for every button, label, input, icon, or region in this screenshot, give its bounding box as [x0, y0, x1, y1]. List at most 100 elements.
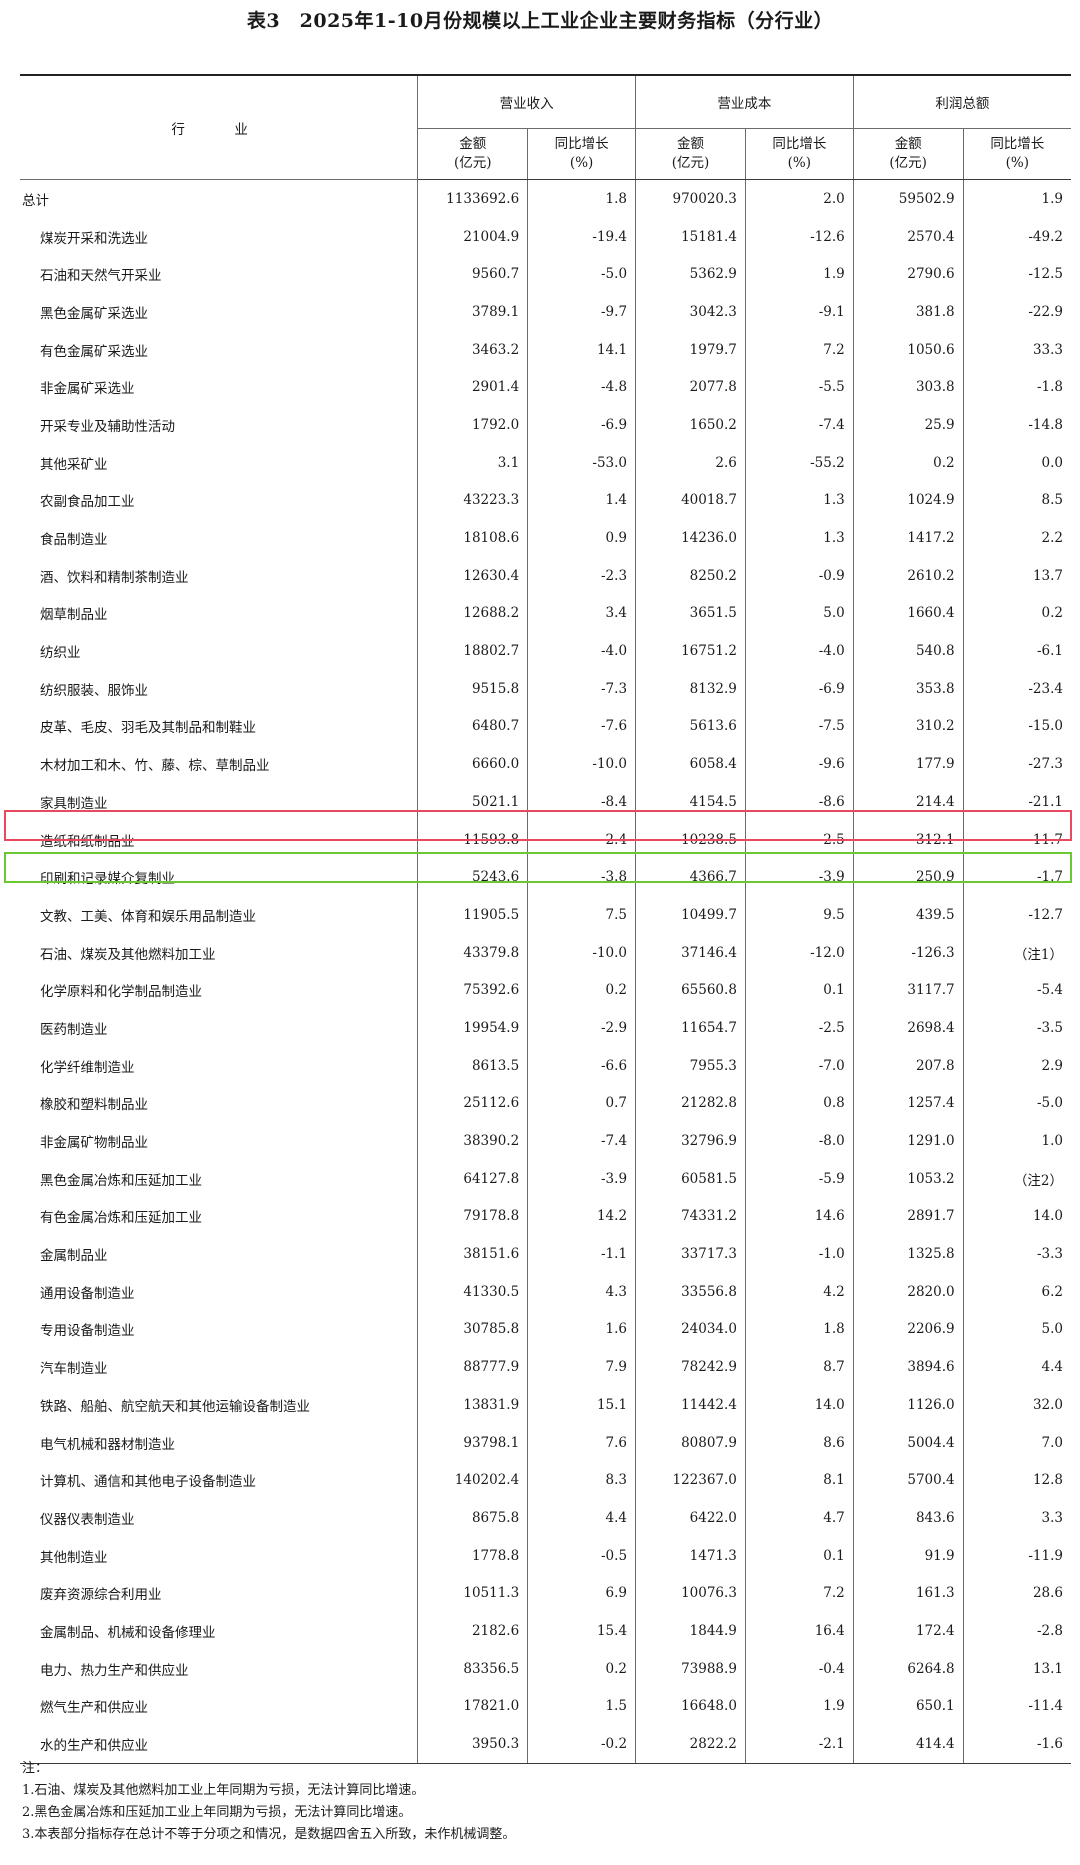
cost-amount: 10076.3	[635, 1574, 746, 1613]
cost-growth: -0.9	[744, 556, 854, 595]
table-row: 纺织服装、服饰业 9515.8 -7.3 8132.9 -6.9 353.8 -23.4	[20, 669, 1071, 708]
header-revenue-amount: 金额 (亿元)	[417, 128, 528, 180]
industry-name: 家具制造业	[40, 795, 108, 812]
profit-amount: 2206.9	[852, 1310, 964, 1349]
cost-amount: 4366.7	[635, 858, 746, 897]
profit-amount: 353.8	[852, 669, 964, 708]
profit-growth: 32.0	[962, 1386, 1071, 1424]
table-row: 仪器仪表制造业 8675.8 4.4 6422.0 4.7 843.6 3.3	[20, 1499, 1071, 1537]
industry-name: 其他采矿业	[40, 456, 108, 473]
industry-name: 电力、热力生产和供应业	[40, 1662, 189, 1679]
revenue-amount: 5243.6	[417, 858, 528, 897]
profit-growth: 2.2	[962, 519, 1071, 557]
industry-name: 文教、工美、体育和娱乐用品制造业	[40, 908, 256, 925]
cost-growth: 0.1	[744, 971, 854, 1010]
cost-amount: 16648.0	[635, 1687, 746, 1726]
industry-name: 通用设备制造业	[40, 1285, 135, 1302]
cost-amount: 5362.9	[635, 255, 746, 294]
table-row: 家具制造业 5021.1 -8.4 4154.5 -8.6 214.4 -21.1	[20, 783, 1071, 821]
cost-growth: 14.0	[744, 1386, 854, 1424]
cost-growth: -2.5	[744, 1009, 854, 1047]
revenue-amount: 17821.0	[417, 1687, 528, 1726]
revenue-growth: 4.4	[527, 1499, 636, 1537]
cost-growth: 1.9	[744, 255, 854, 294]
revenue-growth: -19.4	[527, 217, 636, 256]
revenue-amount: 1792.0	[417, 406, 528, 444]
profit-amount: 161.3	[852, 1574, 964, 1613]
revenue-growth: 0.9	[527, 519, 636, 557]
profit-amount: 2790.6	[852, 255, 964, 294]
table-row: 废弃资源综合利用业 10511.3 6.9 10076.3 7.2 161.3 28.6	[20, 1574, 1071, 1613]
profit-amount: 91.9	[852, 1536, 964, 1575]
profit-growth: 14.0	[962, 1197, 1071, 1236]
revenue-growth: -4.0	[527, 632, 636, 670]
table-row: 木材加工和木、竹、藤、棕、草制品业 6660.0 -10.0 6058.4 -9.6 17…	[20, 745, 1071, 783]
profit-growth: -12.7	[962, 896, 1071, 934]
profit-amount: 177.9	[852, 745, 964, 783]
cost-amount: 11442.4	[635, 1386, 746, 1424]
table-row: 印刷和记录媒介复制业 5243.6 -3.8 4366.7 -3.9 250.9 -1.7	[20, 858, 1071, 897]
revenue-amount: 10511.3	[417, 1574, 528, 1613]
revenue-amount: 83356.5	[417, 1649, 528, 1688]
profit-amount: 59502.9	[852, 179, 964, 218]
profit-growth: 1.0	[962, 1122, 1071, 1160]
revenue-amount: 9515.8	[417, 669, 528, 708]
profit-growth: -49.2	[962, 217, 1071, 256]
profit-amount: 1053.2	[852, 1159, 964, 1198]
cost-growth: -55.2	[744, 443, 854, 482]
industry-name: 有色金属矿采选业	[40, 343, 148, 360]
table-row: 汽车制造业 88777.9 7.9 78242.9 8.7 3894.6 4.4	[20, 1348, 1071, 1386]
table-row: 石油和天然气开采业 9560.7 -5.0 5362.9 1.9 2790.6 -12.5	[20, 255, 1071, 294]
table-row: 燃气生产和供应业 17821.0 1.5 16648.0 1.9 650.1 -11.4	[20, 1687, 1071, 1726]
profit-amount: 1291.0	[852, 1122, 964, 1160]
industry-name: 非金属矿采选业	[40, 381, 135, 398]
revenue-growth: 14.1	[527, 330, 636, 369]
revenue-amount: 41330.5	[417, 1272, 528, 1311]
cost-amount: 40018.7	[635, 481, 746, 520]
profit-amount: 3894.6	[852, 1348, 964, 1386]
growth-label: 同比增长	[554, 136, 609, 152]
revenue-growth: 7.5	[527, 896, 636, 934]
revenue-growth: 7.6	[527, 1423, 636, 1462]
revenue-amount: 3.1	[417, 443, 528, 482]
growth-label: 同比增长	[772, 136, 827, 152]
revenue-amount: 11905.5	[417, 896, 528, 934]
table-row: 食品制造业 18108.6 0.9 14236.0 1.3 1417.2 2.2	[20, 519, 1071, 557]
cost-amount: 8250.2	[635, 556, 746, 595]
revenue-growth: -8.4	[527, 783, 636, 821]
cost-growth: 8.1	[744, 1461, 854, 1500]
cost-growth: -12.6	[744, 217, 854, 256]
table-row: 电气机械和器材制造业 93798.1 7.6 80807.9 8.6 5004.4 7.0	[20, 1423, 1071, 1462]
cost-amount: 16751.2	[635, 632, 746, 670]
header-industry: 行 业	[20, 74, 418, 180]
header-revenue-growth: 同比增长 (%)	[527, 128, 636, 180]
profit-growth: 8.5	[962, 481, 1071, 520]
cost-amount: 33556.8	[635, 1272, 746, 1311]
profit-amount: 1024.9	[852, 481, 964, 520]
profit-growth: -3.3	[962, 1235, 1071, 1273]
cost-growth: 2.0	[744, 179, 854, 218]
cost-growth: 1.9	[744, 1687, 854, 1726]
cost-growth: 4.7	[744, 1499, 854, 1537]
table-row: 酒、饮料和精制茶制造业 12630.4 -2.3 8250.2 -0.9 2610.2 13…	[20, 556, 1071, 595]
revenue-amount: 38390.2	[417, 1122, 528, 1160]
revenue-growth: -3.9	[527, 1159, 636, 1198]
table-row: 铁路、船舶、航空航天和其他运输设备制造业 13831.9 15.1 11442.4 14…	[20, 1386, 1071, 1424]
industry-name: 有色金属冶炼和压延加工业	[40, 1210, 202, 1227]
revenue-amount: 3463.2	[417, 330, 528, 369]
amount-unit: (亿元)	[889, 155, 927, 171]
header-cost-amount: 金额 (亿元)	[635, 128, 746, 180]
revenue-amount: 43379.8	[417, 933, 528, 972]
industry-name: 印刷和记录媒介复制业	[40, 871, 175, 888]
page-title: 表3 2025年1-10月份规模以上工业企业主要财务指标（分行业）	[246, 10, 834, 32]
revenue-growth: -0.5	[527, 1536, 636, 1575]
cost-amount: 21282.8	[635, 1084, 746, 1123]
profit-amount: 2610.2	[852, 556, 964, 595]
profit-growth: -5.4	[962, 971, 1071, 1010]
growth-label: 同比增长	[990, 136, 1045, 152]
cost-growth: -7.5	[744, 707, 854, 746]
industry-name: 煤炭开采和洗选业	[40, 230, 148, 247]
revenue-amount: 12630.4	[417, 556, 528, 595]
profit-growth: -1.7	[962, 858, 1071, 897]
industry-name: 总计	[22, 192, 49, 209]
